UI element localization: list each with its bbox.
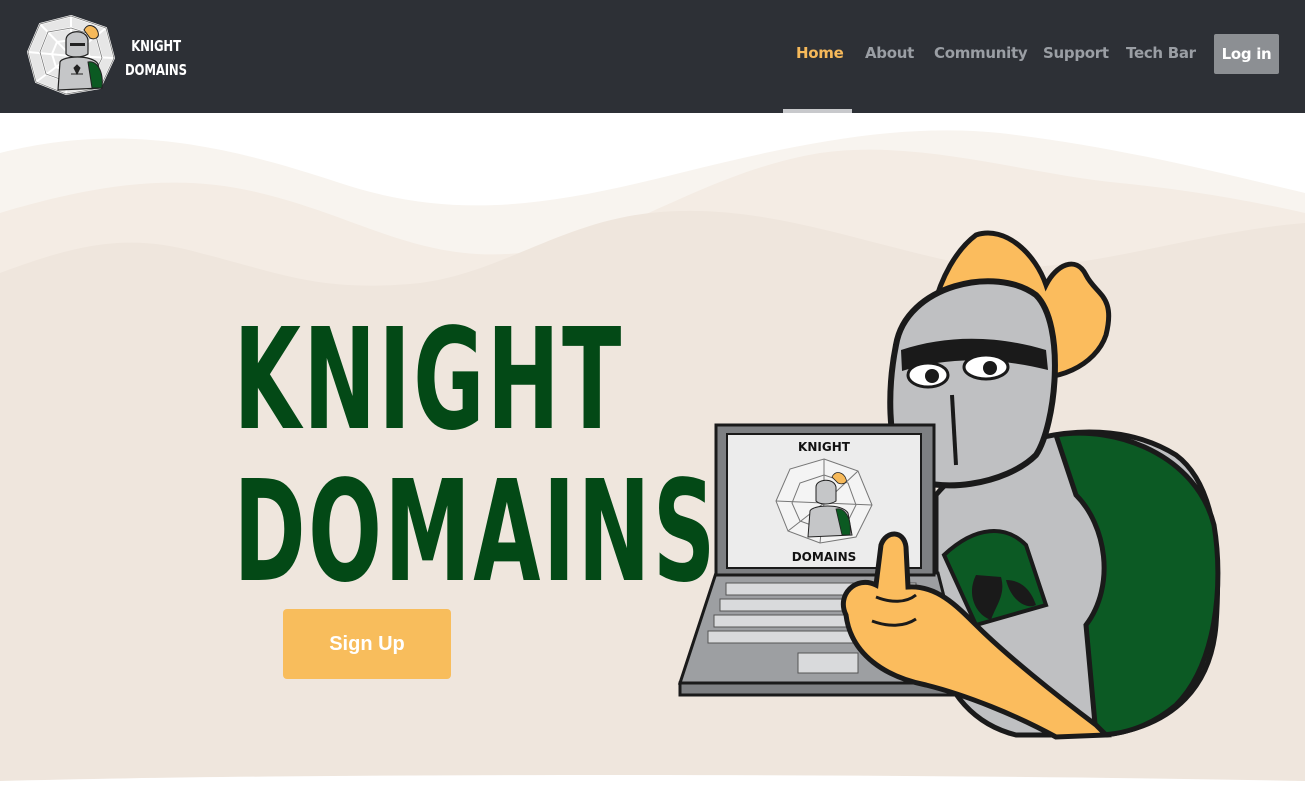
signup-button[interactable]: Sign Up — [283, 609, 451, 679]
brand-line-1: KNIGHT — [131, 37, 181, 55]
hero-title-line-2: DOMAINS — [233, 451, 718, 614]
knight-logo-icon — [26, 14, 116, 96]
nav-support[interactable]: Support — [1043, 44, 1109, 62]
hero-section: KNIGHT DOMAINS Sign Up KNIGHT DOMAINS — [0, 113, 1305, 785]
brand-wordmark: KNIGHT DOMAINS — [125, 34, 187, 82]
brand-home-link[interactable]: KNIGHT DOMAINS — [26, 12, 196, 98]
hero-title-line-1: KNIGHT — [233, 299, 624, 462]
brand-line-2: DOMAINS — [125, 61, 187, 79]
nav-home[interactable]: Home — [796, 44, 844, 62]
mascot-screen-line-2: DOMAINS — [792, 550, 857, 564]
nav-tech-bar[interactable]: Tech Bar — [1126, 44, 1196, 62]
login-button[interactable]: Log in — [1214, 34, 1279, 74]
mascot-screen-line-1: KNIGHT — [798, 440, 851, 454]
nav-about[interactable]: About — [865, 44, 914, 62]
top-navbar: KNIGHT DOMAINS Home About Community Supp… — [0, 0, 1305, 113]
knight-mascot-icon: KNIGHT DOMAINS — [677, 230, 1221, 740]
nav-community[interactable]: Community — [934, 44, 1028, 62]
hero-title: KNIGHT DOMAINS — [233, 299, 718, 614]
